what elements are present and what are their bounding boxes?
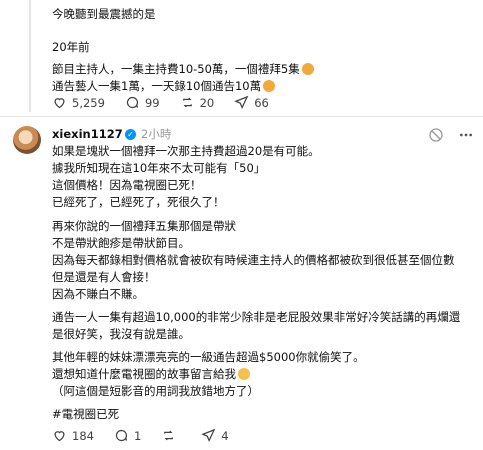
heart-icon — [54, 431, 65, 442]
username[interactable]: xiexin1127 — [52, 126, 123, 143]
share-count: 66 — [254, 95, 269, 110]
verified-badge-icon: ✓ — [125, 129, 136, 140]
like-count: 5,259 — [72, 95, 105, 110]
scream-emoji-icon — [301, 63, 314, 75]
repost-button[interactable] — [161, 428, 181, 443]
like-button[interactable]: 5,259 — [52, 95, 105, 110]
reply-line: 這個價格！因為電視圈已死！ — [52, 178, 202, 192]
reply-line: 還想知道什麼電視圈的故事留言給我 — [52, 366, 250, 383]
hashtag-link[interactable]: #電視圈已死 — [52, 406, 119, 423]
smile-emoji-icon — [238, 368, 250, 380]
reply-line: 據我所知現在這10年來不太可能有「50」 — [52, 161, 266, 175]
repost-button[interactable]: 20 — [180, 95, 215, 110]
share-count: 4 — [221, 428, 229, 443]
repost-icon — [164, 430, 174, 441]
comment-icon — [126, 96, 139, 109]
reply-line: 其他年輕的妹妹漂漂亮亮的一級通告超過$5000你就偷笑了。 — [52, 350, 365, 364]
heart-icon — [54, 98, 65, 109]
repost-count: 20 — [199, 95, 215, 110]
reply-line: 通告一人一集有超過10,000的非常少除非是老屁股效果非常好冷笑話講的再爛還 — [52, 310, 461, 324]
share-button[interactable]: 66 — [234, 95, 269, 110]
like-count: 184 — [72, 428, 94, 443]
more-icon[interactable] — [458, 127, 474, 143]
reply-line: 因為每天都錄相對價格就會被砍有時候連主持人的價格都被砍到很低甚至個位數 — [52, 253, 455, 267]
post-divider — [0, 116, 483, 117]
prev-post-line-3: 節目主持人，一集主持費10-50萬，一個禮拜5集 — [52, 61, 314, 78]
reply-line: 因為不賺白不賺。 — [52, 287, 144, 301]
prev-post-line-4: 通告藝人一集1萬，一天錄10個通告10萬 — [52, 78, 276, 95]
comment-count: 99 — [144, 95, 160, 110]
reply-line: 如果是塊狀一個禮拜一次那主持費超過20是有可能。 — [52, 144, 320, 158]
prev-post-line-2: 20年前 — [52, 40, 90, 54]
post-time: 2小時 — [141, 127, 172, 141]
reply-line: 是很好笑，我沒有說是誰。 — [52, 327, 190, 341]
reply-line: 已經死了，已經死了，死很久了！ — [52, 195, 225, 209]
comment-count: 1 — [133, 428, 142, 443]
thread-connector-line — [29, 0, 31, 112]
avatar[interactable] — [13, 126, 41, 154]
reply-actions: 184 1 4 — [52, 428, 249, 443]
reply-line: （阿這個是短影音的用詞我放錯地方了） — [52, 384, 259, 398]
send-icon — [201, 428, 216, 443]
comment-button[interactable]: 1 — [114, 428, 141, 443]
like-button[interactable]: 184 — [52, 428, 94, 443]
prev-post-actions: 5,259 99 20 66 — [52, 95, 289, 110]
repost-icon — [182, 97, 192, 108]
reply-line: 不是帶狀飽疹是帶狀節目。 — [52, 236, 190, 250]
mute-icon[interactable] — [428, 127, 444, 143]
comment-button[interactable]: 99 — [125, 95, 160, 110]
share-button[interactable]: 4 — [201, 428, 229, 443]
reply-line: 再來你說的一個禮拜五集那個是帶狀 — [52, 219, 236, 233]
prev-post-line-1: 今晚聽到最震撼的是 — [52, 7, 156, 21]
comment-icon — [115, 429, 128, 442]
send-icon — [234, 95, 249, 110]
reply-line: 但是還是有人會接！ — [52, 270, 156, 284]
scream-emoji-icon — [263, 80, 276, 92]
